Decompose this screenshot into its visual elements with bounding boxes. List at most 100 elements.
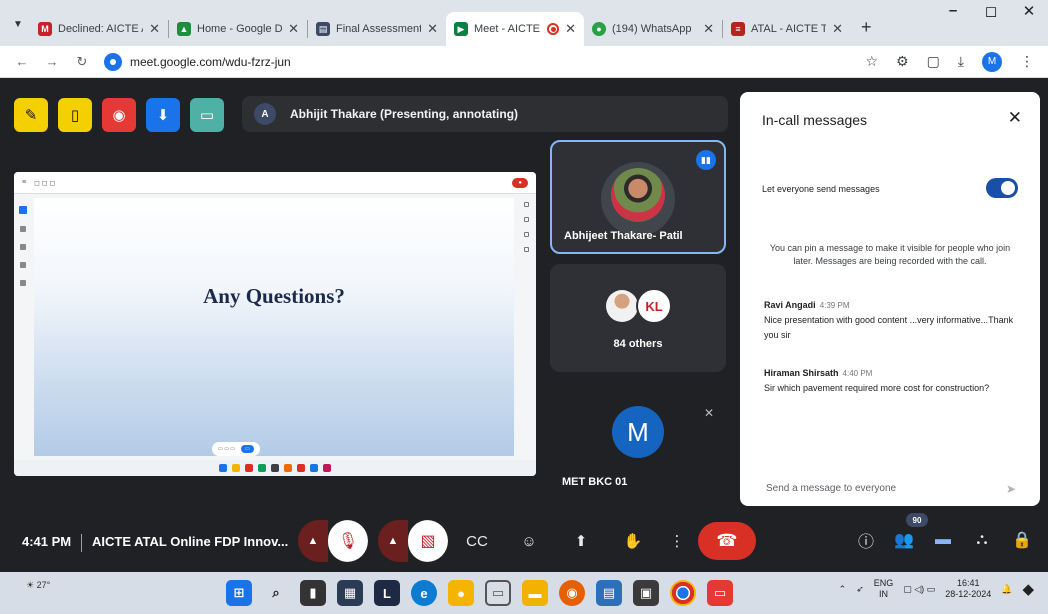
download-slide-icon[interactable]: ⬇ (146, 98, 180, 132)
reload-icon[interactable]: ↻ (74, 54, 90, 70)
profile-avatar[interactable]: M (982, 51, 1002, 72)
chat-message: Hiraman Shirsath 4:40 PM Sir which paveme… (764, 366, 1020, 396)
people-icon[interactable]: 👥 (888, 524, 920, 556)
bookmark-star-icon[interactable]: ☆ (865, 53, 878, 70)
new-tab-icon[interactable]: + (861, 17, 872, 38)
shared-screen[interactable]: ≡ ◻ ◻ ◻ ● Any Questions? ▭ ▭ ▭ ▭ (14, 172, 536, 476)
browser-tab[interactable]: ● (194) WhatsApp ✕ (584, 12, 722, 46)
window-controls: – ◻ ✕ (934, 2, 1048, 20)
extension-puzzle-icon[interactable]: ▢ (927, 53, 940, 70)
browser-tab[interactable]: ▤ Final Assessment ✕ (308, 12, 446, 46)
url-text: meet.google.com/wdu-fzrz-jun (130, 54, 291, 69)
download-icon[interactable]: ⤓ (958, 53, 964, 70)
chat-message: Ravi Angadi 4:39 PM Nice presentation wit… (764, 298, 1020, 343)
site-info-icon[interactable] (104, 52, 122, 71)
photos-icon[interactable]: ▤ (596, 580, 622, 606)
presenter-banner: A Abhijit Thakare (Presenting, annotatin… (242, 96, 728, 132)
restore-icon[interactable]: ◻ (972, 2, 1010, 20)
present-mode-icon[interactable]: ▭ (190, 98, 224, 132)
chat-icon[interactable]: ▬ (927, 524, 959, 556)
l-app-icon[interactable]: L (374, 580, 400, 606)
meeting-title[interactable]: AICTE ATAL Online FDP Innov... (92, 534, 288, 549)
search-icon[interactable]: ⌕ (263, 580, 289, 606)
mic-off-icon[interactable]: 🎙 (328, 520, 368, 562)
window-app-icon[interactable]: ▭ (485, 580, 511, 606)
browser-tab[interactable]: ▲ Home - Google D ✕ (169, 12, 307, 46)
participant-tile-others[interactable]: KL 84 others (550, 264, 726, 372)
excel-icon[interactable]: ▣ (633, 580, 659, 606)
close-tab-icon[interactable]: ✕ (703, 21, 714, 37)
url-field[interactable]: meet.google.com/wdu-fzrz-jun (104, 49, 851, 75)
close-tab-icon[interactable]: ✕ (149, 21, 160, 37)
clock[interactable]: 16:41 28-12-2024 (945, 578, 991, 600)
recording-icon (547, 23, 560, 35)
captions-icon[interactable]: CC (458, 522, 496, 560)
edge-icon[interactable]: e (411, 580, 437, 606)
firefox-icon[interactable]: ◉ (559, 580, 585, 606)
others-count: 84 others (613, 338, 663, 350)
forward-arrow-icon[interactable]: → (44, 54, 60, 69)
slide-title: Any Questions? (203, 284, 345, 308)
annotation-toolbar: ✎ ▯ ◉ ⬇ ▭ (14, 98, 224, 132)
camera-control: ▲ ▧ (378, 520, 448, 562)
presentation-app-icon[interactable]: ▭ (707, 580, 733, 606)
emoji-reaction-icon[interactable]: ☺ (510, 522, 548, 560)
audio-settings-chevron-icon[interactable]: ▲ (298, 520, 328, 562)
app-icon (271, 464, 279, 472)
chrome-icon[interactable] (670, 580, 696, 606)
raise-hand-icon[interactable]: ✋ (614, 522, 652, 560)
calendar-app-icon[interactable]: ▦ (337, 580, 363, 606)
message-input[interactable]: Send a message to everyone (766, 483, 896, 494)
task-view-icon[interactable]: ▮ (300, 580, 326, 606)
close-tab-icon[interactable]: ✕ (288, 21, 299, 37)
leave-call-button[interactable]: ☎ (698, 522, 756, 560)
back-arrow-icon[interactable]: ← (14, 54, 30, 69)
weather-widget[interactable]: ☀ 27° (26, 580, 50, 591)
show-hidden-icons[interactable]: ⌃ (839, 584, 847, 595)
whatsapp-app-icon[interactable]: ● (448, 580, 474, 606)
app-icon (323, 464, 331, 472)
browser-tab[interactable]: M Declined: AICTE A ✕ (30, 12, 168, 46)
browser-tab-bar: ▼ M Declined: AICTE A ✕ ▲ Home - Google … (0, 0, 1048, 46)
sharing-pill-button: ▭ (240, 445, 254, 453)
video-settings-chevron-icon[interactable]: ▲ (378, 520, 408, 562)
extensions-icon[interactable]: ⚙ (896, 53, 909, 70)
location-icon: ➶ (856, 583, 864, 594)
camera-off-icon[interactable]: ▧ (408, 520, 448, 562)
minimize-icon[interactable]: – (934, 2, 972, 20)
participant-tile[interactable]: ✕ M MET BKC 01 (550, 380, 726, 500)
more-options-icon[interactable]: ⋮ (658, 522, 696, 560)
close-icon[interactable]: ✕ (1008, 108, 1022, 128)
host-controls-icon[interactable]: 🔒 (1006, 524, 1038, 556)
pen-tool-icon[interactable]: ▯ (58, 98, 92, 132)
close-tab-icon[interactable]: ✕ (565, 21, 576, 37)
browser-tab-active[interactable]: ▶ Meet - AICTE ✕ (446, 12, 584, 46)
present-screen-icon[interactable]: ⬆ (562, 522, 600, 560)
activities-icon[interactable]: ⛬ (966, 524, 998, 556)
stop-annotation-icon[interactable]: ✎ (14, 98, 48, 132)
close-tab-icon[interactable]: ✕ (427, 21, 438, 37)
shared-screen-right-tools (524, 202, 532, 252)
controls-divider (81, 534, 82, 552)
participant-tile-speaker[interactable]: ▮▮ Abhijeet Thakare- Patil (550, 140, 726, 254)
meeting-details-icon[interactable]: ⓘ (850, 524, 882, 556)
let-everyone-send-toggle[interactable] (986, 178, 1018, 198)
record-icon[interactable]: ◉ (102, 98, 136, 132)
close-tab-icon[interactable]: ✕ (832, 21, 843, 37)
clock-time: 16:41 (956, 578, 980, 588)
copilot-icon[interactable]: ◆ (1022, 580, 1034, 598)
file-explorer-icon[interactable]: ▬ (522, 580, 548, 606)
side-tool-icon (20, 262, 26, 268)
start-icon[interactable]: ⊞ (226, 580, 252, 606)
tab-search-chevron-icon[interactable]: ▼ (6, 8, 30, 40)
language-indicator[interactable]: ENG IN (874, 578, 894, 600)
send-icon[interactable]: ➤ (1006, 482, 1016, 496)
notification-bell-icon[interactable]: 🔔 (1001, 584, 1012, 595)
wifi-volume-battery-icons[interactable]: ▢ ◁) ▭ (903, 584, 935, 595)
shared-screen-record-badge: ● (512, 177, 528, 188)
message-text: Sir which pavement required more cost fo… (764, 383, 990, 393)
message-time: 4:39 PM (819, 301, 850, 310)
close-window-icon[interactable]: ✕ (1010, 2, 1048, 20)
more-menu-icon[interactable]: ⋮ (1020, 53, 1034, 70)
browser-tab[interactable]: ≡ ATAL - AICTE Trai ✕ (723, 12, 851, 46)
